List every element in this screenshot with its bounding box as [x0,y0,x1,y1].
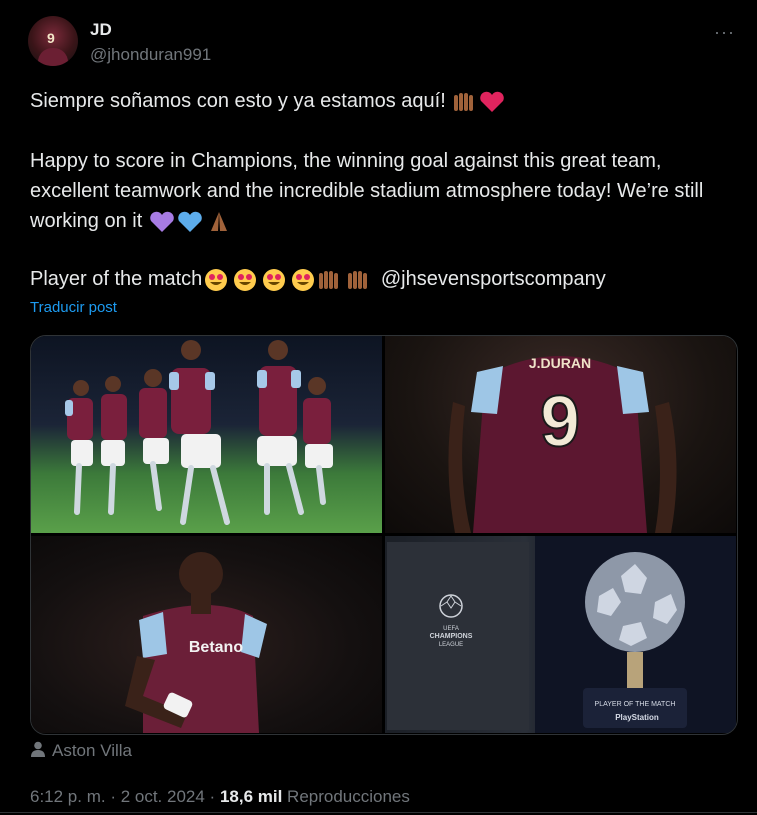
mention-link[interactable]: @jhsevensportscompany [381,268,606,290]
player-celebrating-image: Betano [125,552,267,733]
post-line-1: Siempre soñamos con esto y ya estamos aq… [30,86,730,116]
post-line-4-text: Player of the match [30,268,203,290]
trophy-box-image: UEFA CHAMPIONS LEAGUE PLAYER OF THE MATC… [387,536,736,733]
author-name[interactable]: JD [90,20,112,40]
photo-jersey-back[interactable]: J.DURAN 9 [385,336,736,533]
post-paragraph-2-text: Happy to score in Champions, the winning… [30,150,704,232]
more-options-icon[interactable]: ··· [714,22,735,43]
jersey-name-text: J.DURAN [529,355,591,371]
photo-trophy-box[interactable]: UEFA CHAMPIONS LEAGUE PLAYER OF THE MATC… [385,536,736,733]
team-celebration-image [65,340,333,525]
jersey-number-text: 9 [540,382,580,462]
photo-player-celebrating[interactable]: Betano [31,536,382,733]
person-icon [31,741,45,757]
translate-post-link[interactable]: Traducir post [30,299,117,316]
views-label: Reproducciones [282,787,410,806]
author-handle[interactable]: @jhonduran991 [90,45,211,65]
heart-eyes-hands-emoji-icon [205,268,368,291]
location-text: Aston Villa [52,741,133,760]
bottom-divider [0,812,757,813]
ucl-text-1: UEFA [443,626,459,632]
hands-heart-emoji-icon [454,91,505,112]
post-paragraph-2: Happy to score in Champions, the winning… [30,146,730,236]
avatar-number: 9 [47,30,55,46]
view-count: 18,6 mil [219,787,283,806]
jersey-back-image: J.DURAN 9 [448,355,677,533]
trophy-text-2: PlayStation [615,713,659,722]
ucl-text-2: CHAMPIONS [430,633,473,640]
ucl-text-3: LEAGUE [439,642,463,648]
post-line-4: Player of the match @jhsevensportscompan… [30,264,730,294]
location-tag[interactable]: Aston Villa [30,741,132,761]
media-grid: J.DURAN 9 Betano UEFA CHAMPIONS LEAGUE P… [30,335,738,735]
trophy-text-1: PLAYER OF THE MATCH [595,701,676,708]
author-avatar[interactable]: 9 [28,16,78,66]
avatar-jersey [38,48,68,66]
sponsor-text: Betano [189,639,243,656]
hearts-pray-emoji-icon [150,211,227,232]
timestamp[interactable]: 6:12 p. m. · 2 oct. 2024 · [30,787,220,806]
post-meta: 6:12 p. m. · 2 oct. 2024 · 18,6 mil Repr… [30,787,410,807]
photo-team-celebration[interactable] [31,336,382,533]
post-line-1-text: Siempre soñamos con esto y ya estamos aq… [30,90,446,112]
